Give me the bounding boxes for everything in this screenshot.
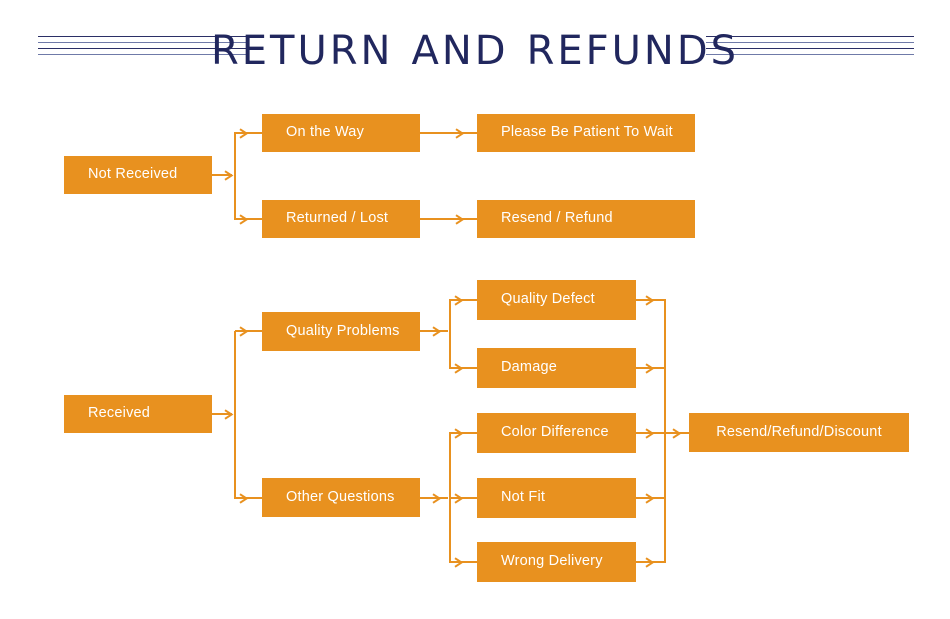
node-quality-defect[interactable]: Quality Defect: [477, 280, 636, 320]
node-other-questions[interactable]: Other Questions: [262, 478, 420, 517]
connector-returned-lost-to-resend: [420, 218, 477, 220]
connector-on-the-way-to-wait: [420, 132, 477, 134]
node-damage[interactable]: Damage: [477, 348, 636, 388]
node-resend-refund[interactable]: Resend / Refund: [477, 200, 695, 238]
node-returned-lost[interactable]: Returned / Lost: [262, 200, 420, 238]
connector-to-damage: [450, 367, 477, 369]
connector-quality-problems-stem: [420, 330, 448, 332]
connector-bus-to-outcome: [665, 432, 689, 434]
connector-color-difference-to-bus: [636, 432, 666, 434]
node-resend-refund-discount[interactable]: Resend/Refund/Discount: [689, 413, 909, 452]
connector-split-received: [234, 331, 236, 499]
connector-quality-defect-to-bus: [636, 299, 666, 301]
connector-to-not-fit: [450, 497, 477, 499]
connector-damage-to-bus: [636, 367, 666, 369]
node-wrong-delivery[interactable]: Wrong Delivery: [477, 542, 636, 582]
node-quality-problems[interactable]: Quality Problems: [262, 312, 420, 351]
node-please-be-patient-to-wait[interactable]: Please Be Patient To Wait: [477, 114, 695, 152]
connector-not-fit-to-bus: [636, 497, 666, 499]
node-on-the-way[interactable]: On the Way: [262, 114, 420, 152]
connector-to-color-difference: [450, 432, 477, 434]
node-color-difference[interactable]: Color Difference: [477, 413, 636, 453]
connector-to-returned-lost: [235, 218, 262, 220]
connector-wrong-delivery-to-bus: [636, 561, 666, 563]
connector-other-questions-stem: [420, 497, 448, 499]
connector-to-other-questions: [235, 497, 262, 499]
connector-merge-bus: [664, 299, 666, 562]
connector-to-quality-defect: [450, 299, 477, 301]
connector-to-quality-problems: [235, 330, 262, 332]
node-received[interactable]: Received: [64, 395, 212, 433]
connector-split-not-received: [234, 132, 236, 220]
flowchart: Not Received On the Way Returned / Lost: [0, 0, 950, 619]
node-not-fit[interactable]: Not Fit: [477, 478, 636, 518]
node-not-received[interactable]: Not Received: [64, 156, 212, 194]
connector-to-wrong-delivery: [450, 561, 477, 563]
connector-to-on-the-way: [235, 132, 262, 134]
connector-split-quality-problems: [449, 299, 451, 369]
slide-canvas: not-receivedRETURNANDREFUNDS Not Receive…: [0, 0, 950, 619]
connector-received-stem: [212, 413, 232, 415]
connector-not-received-stem: [212, 174, 232, 176]
